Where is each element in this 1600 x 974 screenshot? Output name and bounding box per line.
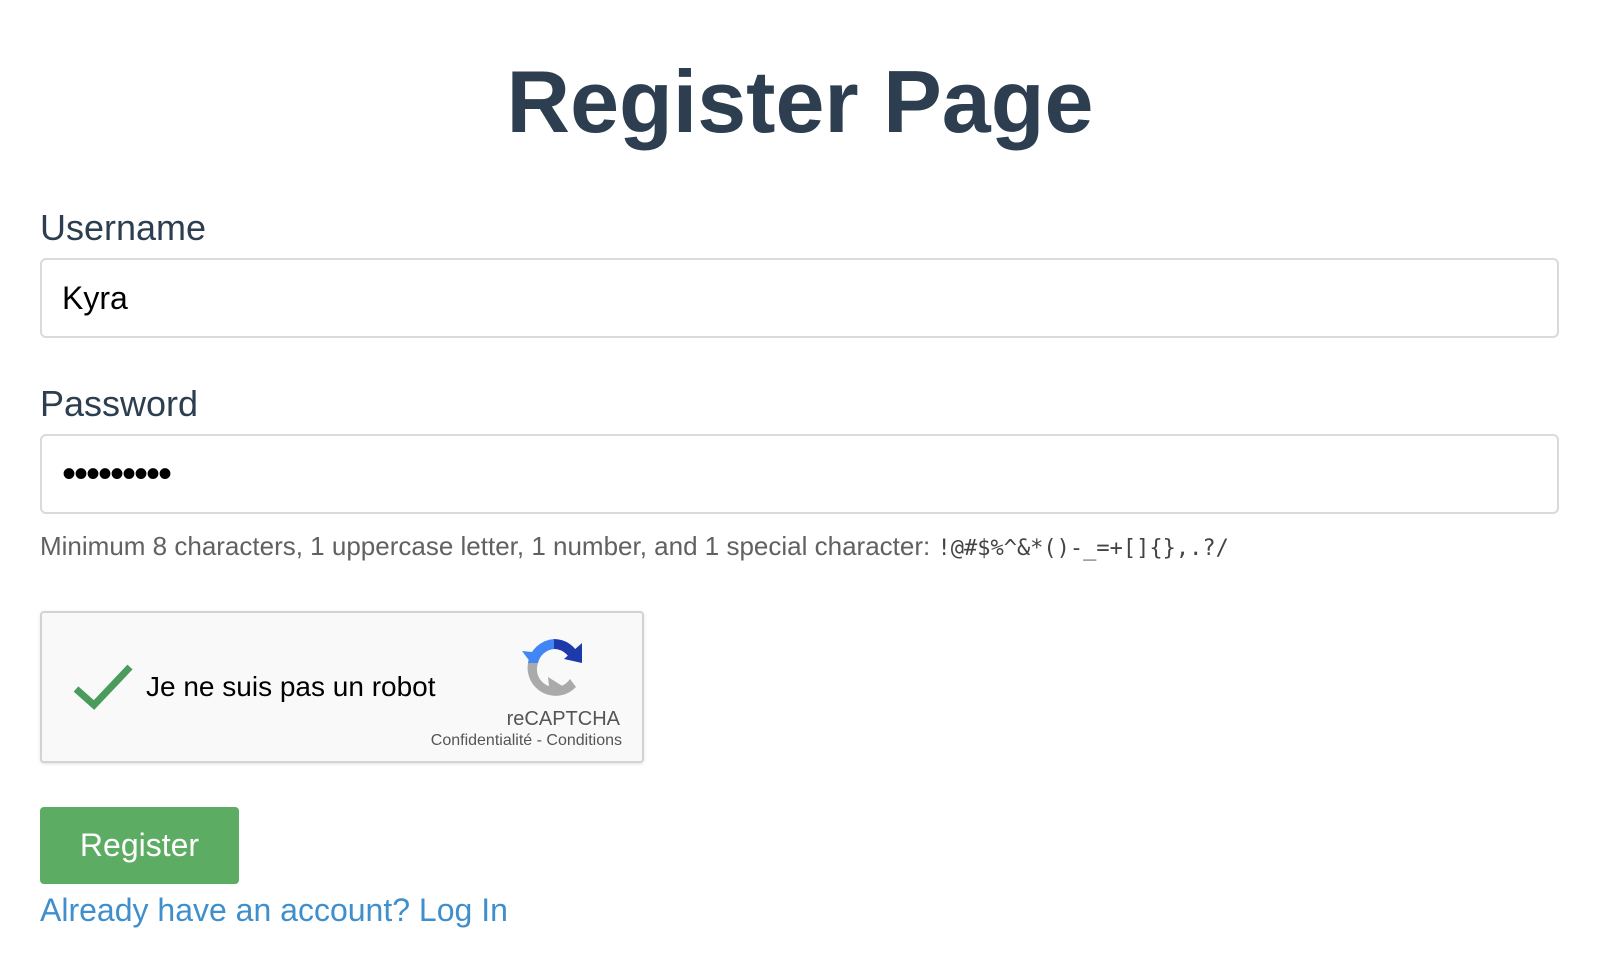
recaptcha-links: Confidentialité - Conditions: [431, 731, 622, 751]
checkmark-icon: [73, 664, 133, 710]
recaptcha-logo-icon: [522, 639, 582, 696]
password-hint-text: Minimum 8 characters, 1 uppercase letter…: [40, 531, 931, 561]
recaptcha-brand: reCAPTCHA: [506, 708, 620, 730]
register-form: Username Password Minimum 8 characters, …: [40, 208, 1560, 930]
recaptcha-terms-link[interactable]: Conditions: [546, 732, 622, 749]
login-link[interactable]: Already have an account? Log In: [40, 890, 508, 930]
recaptcha-label: Je ne suis pas un robot: [146, 671, 436, 702]
register-button[interactable]: Register: [40, 807, 239, 884]
username-input[interactable]: [40, 258, 1559, 338]
password-hint-special-chars: !@#$%^&*()-_=+[]{},.?/: [937, 536, 1229, 561]
recaptcha-widget: Je ne suis pas un robot reCAPTCHA Confid…: [40, 611, 644, 763]
password-input[interactable]: [40, 434, 1559, 514]
page-title: Register Page: [506, 52, 1094, 151]
recaptcha-links-separator: -: [532, 732, 547, 749]
register-page: Register Page Username Password Minimum …: [0, 0, 1600, 974]
password-hint: Minimum 8 characters, 1 uppercase letter…: [40, 528, 1560, 567]
recaptcha-checkbox[interactable]: [72, 659, 136, 715]
password-label: Password: [40, 383, 199, 424]
username-label: Username: [40, 207, 207, 248]
recaptcha-privacy-link[interactable]: Confidentialité: [431, 732, 532, 749]
